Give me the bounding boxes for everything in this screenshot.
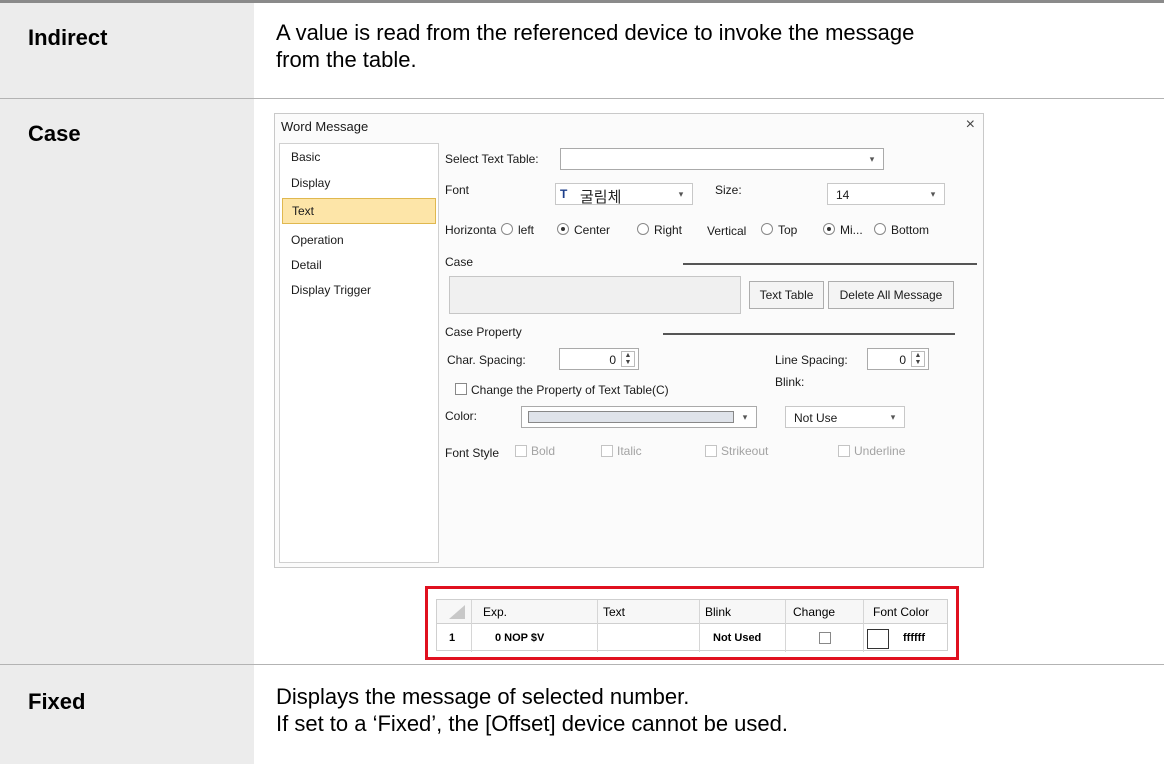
- case-property-label: Case Property: [445, 325, 522, 339]
- nav-item-operation[interactable]: Operation: [285, 233, 344, 247]
- truetype-font-icon: T: [560, 187, 568, 201]
- font-style-label: Font Style: [445, 446, 500, 460]
- description-line: from the table.: [276, 47, 417, 72]
- bold-checkbox[interactable]: [515, 445, 527, 457]
- spin-arrows-icon: ▲ ▼: [911, 351, 925, 367]
- change-property-checkbox[interactable]: [455, 383, 467, 395]
- group-divider: [683, 263, 977, 265]
- row-fixed: Fixed Displays the message of selected n…: [0, 665, 1164, 764]
- line-spacing-stepper[interactable]: 0 ▲ ▼: [867, 348, 929, 370]
- description: A value is read from the referenced devi…: [276, 19, 1156, 73]
- nav-item-display-trigger[interactable]: Display Trigger: [285, 283, 371, 297]
- close-icon[interactable]: ×: [966, 116, 975, 134]
- term-cell: Indirect: [0, 3, 254, 98]
- size-value: 14: [836, 188, 850, 202]
- nav-item-basic[interactable]: Basic: [285, 150, 320, 164]
- underline-checkbox[interactable]: [838, 445, 850, 457]
- color-combo[interactable]: ▾: [521, 406, 757, 428]
- description-line: If set to a ‘Fixed’, the [Offset] device…: [276, 711, 788, 736]
- size-combo[interactable]: 14 ▾: [827, 183, 945, 205]
- chevron-down-icon: ▾: [742, 412, 748, 422]
- radio-left[interactable]: [501, 223, 513, 235]
- radio-bottom-label: Bottom: [891, 223, 930, 237]
- change-property-label: Change the Property of Text Table(C): [471, 383, 669, 397]
- nav-item-detail[interactable]: Detail: [285, 258, 322, 272]
- description: Displays the message of selected number.…: [276, 683, 1156, 737]
- nav-item-text[interactable]: Text: [282, 198, 436, 224]
- blink-combo[interactable]: Not Use ▾: [785, 406, 905, 428]
- color-label: Color:: [445, 409, 478, 423]
- description-line: A value is read from the referenced devi…: [276, 20, 915, 45]
- word-message-dialog: Word Message × Basic Display Text Operat…: [274, 113, 984, 568]
- horizontal-label: Horizonta: [445, 223, 497, 237]
- line-spacing-value: 0: [899, 353, 906, 367]
- description-line: Displays the message of selected number.: [276, 684, 690, 709]
- case-group-label: Case: [445, 255, 474, 269]
- term-cell: Fixed: [0, 665, 254, 764]
- radio-center-label: Center: [574, 223, 611, 237]
- chevron-down-icon: ▾: [869, 154, 875, 164]
- strikeout-checkbox[interactable]: [705, 445, 717, 457]
- radio-left-label: left: [518, 223, 535, 237]
- char-spacing-value: 0: [609, 353, 616, 367]
- case-list-box[interactable]: [449, 276, 741, 314]
- term-label: Indirect: [28, 25, 108, 50]
- nav-item-display[interactable]: Display: [285, 176, 330, 190]
- radio-top[interactable]: [761, 223, 773, 235]
- radio-middle-label: Mi...: [840, 223, 863, 237]
- group-divider: [663, 333, 955, 335]
- color-preview: [528, 411, 734, 423]
- term-cell: Case: [0, 99, 254, 664]
- char-spacing-stepper[interactable]: 0 ▲ ▼: [559, 348, 639, 370]
- radio-top-label: Top: [778, 223, 798, 237]
- highlight-box: [425, 586, 959, 660]
- radio-right-label: Right: [654, 223, 683, 237]
- font-combo[interactable]: T 굴림체 ▾: [555, 183, 693, 206]
- chevron-down-icon: ▾: [930, 189, 936, 199]
- term-label: Case: [28, 121, 81, 146]
- bold-label: Bold: [531, 444, 556, 458]
- blink-value: Not Use: [794, 411, 838, 425]
- italic-checkbox[interactable]: [601, 445, 613, 457]
- term-label: Fixed: [28, 689, 86, 714]
- row-indirect: Indirect A value is read from the refere…: [0, 3, 1164, 98]
- char-spacing-label: Char. Spacing:: [447, 353, 526, 367]
- italic-label: Italic: [617, 444, 642, 458]
- dialog-title: Word Message: [281, 119, 369, 134]
- font-label: Font: [445, 183, 470, 197]
- underline-label: Underline: [854, 444, 906, 458]
- line-spacing-label: Line Spacing:: [775, 353, 848, 367]
- radio-center[interactable]: [557, 223, 569, 235]
- font-value: 굴림체: [580, 189, 622, 206]
- select-text-table-label: Select Text Table:: [445, 152, 539, 166]
- text-table-button[interactable]: Text Table: [749, 281, 824, 309]
- radio-middle[interactable]: [823, 223, 835, 235]
- size-label: Size:: [715, 183, 742, 197]
- spin-arrows-icon: ▲ ▼: [621, 351, 635, 367]
- radio-bottom[interactable]: [874, 223, 886, 235]
- select-text-table-combo[interactable]: ▾: [560, 148, 884, 170]
- text-settings-panel: Select Text Table: ▾ Font T 굴림체 ▾ Size: …: [445, 143, 977, 563]
- blink-label: Blink:: [775, 375, 805, 389]
- strikeout-label: Strikeout: [721, 444, 769, 458]
- radio-right[interactable]: [637, 223, 649, 235]
- vertical-label: Vertical: [707, 224, 747, 238]
- chevron-down-icon: ▾: [890, 412, 896, 422]
- category-nav: Basic Display Text Operation Detail Disp…: [279, 143, 439, 563]
- chevron-down-icon: ▾: [678, 189, 684, 199]
- delete-all-message-button[interactable]: Delete All Message: [828, 281, 954, 309]
